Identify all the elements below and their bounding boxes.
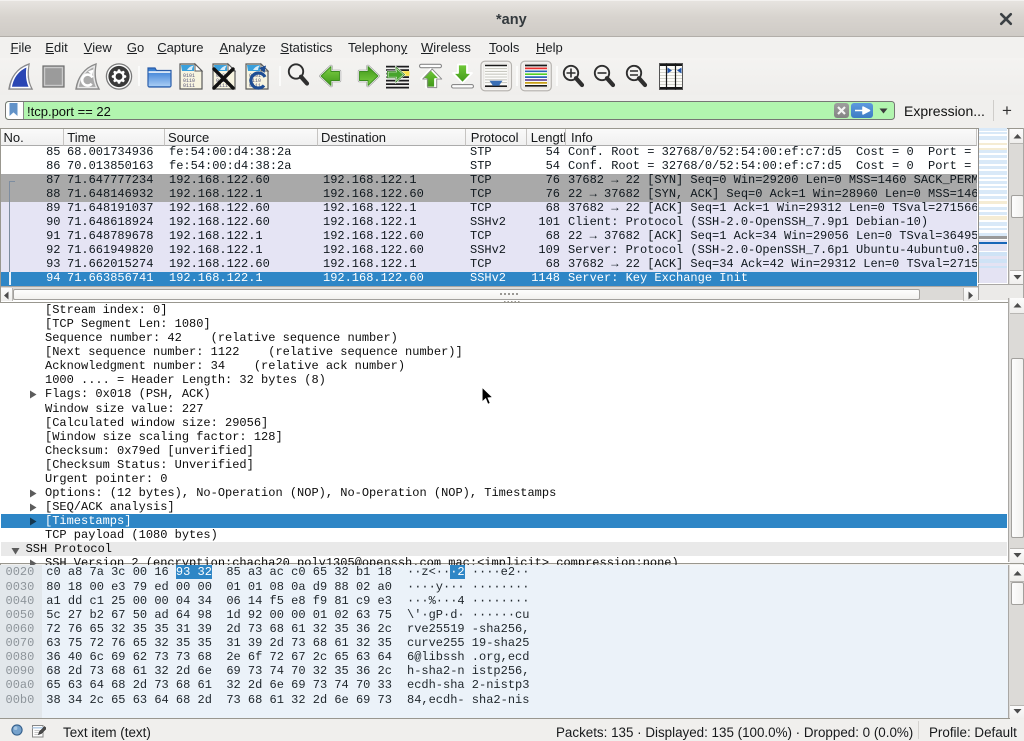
- svg-text:0111: 0111: [183, 83, 195, 89]
